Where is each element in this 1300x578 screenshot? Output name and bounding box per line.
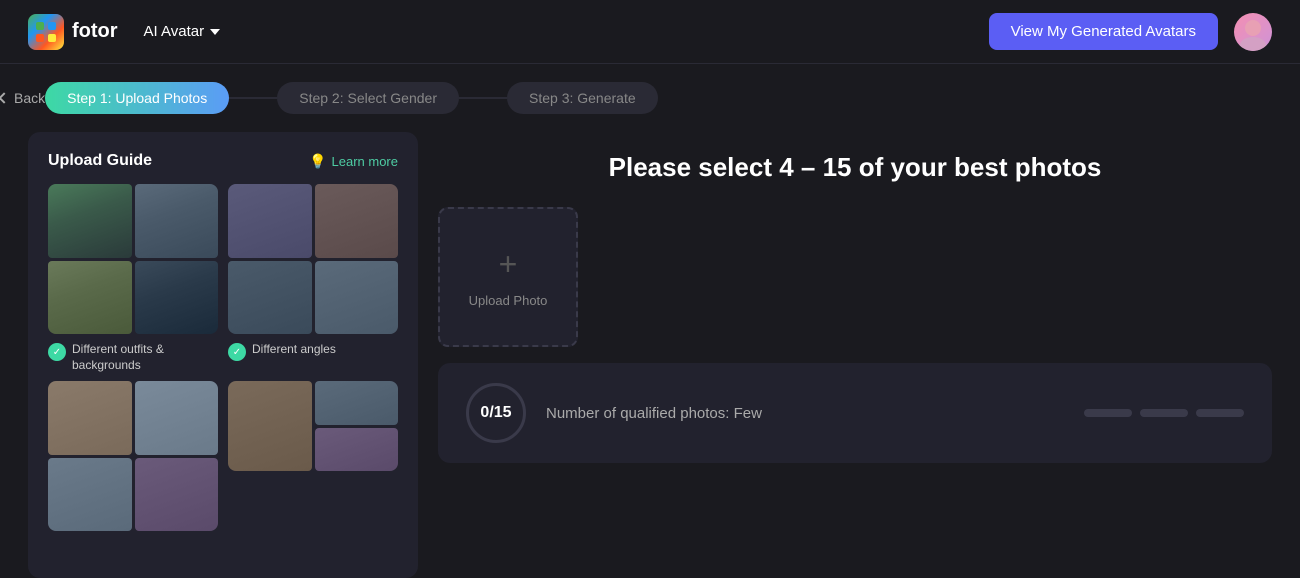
guide-image-w4	[135, 458, 219, 532]
right-panel: Please select 4 – 15 of your best photos…	[438, 132, 1272, 578]
guide-image-6	[315, 184, 399, 258]
avatar	[1234, 13, 1272, 51]
guide-item-outfits: Different outfits &backgrounds	[48, 184, 218, 373]
select-title: Please select 4 – 15 of your best photos	[438, 152, 1272, 183]
progress-bar-1	[1084, 409, 1132, 417]
logo-icon	[28, 14, 64, 50]
guide-grid: Different outfits &backgrounds Different…	[48, 184, 398, 373]
ai-avatar-label: AI Avatar	[144, 23, 205, 40]
lightbulb-icon: 💡	[309, 153, 326, 170]
upload-photo-box[interactable]: + Upload Photo	[438, 207, 578, 347]
learn-more-link[interactable]: 💡 Learn more	[309, 153, 398, 170]
guide-label-angles-text: Different angles	[252, 342, 336, 358]
guide-image-3	[48, 261, 132, 335]
guide-images-angles	[228, 184, 398, 334]
progress-count: 0/15	[480, 404, 511, 422]
upload-area: + Upload Photo	[438, 207, 1272, 347]
chevron-down-icon	[210, 29, 220, 35]
guide-item-bottom-right	[228, 381, 398, 531]
guide-image-2	[135, 184, 219, 258]
guide-image-br1	[228, 381, 312, 471]
step-1-pill[interactable]: Step 1: Upload Photos	[45, 82, 229, 114]
step-3-pill[interactable]: Step 3: Generate	[507, 82, 658, 114]
guide-image-br2	[315, 381, 399, 425]
guide-item-bottom-left	[48, 381, 218, 531]
steps-bar: Back Step 1: Upload Photos Step 2: Selec…	[0, 64, 1300, 132]
upload-label: Upload Photo	[469, 293, 548, 308]
logo-text: fotor	[72, 20, 118, 43]
header-right: View My Generated Avatars	[989, 13, 1272, 51]
header: fotor AI Avatar View My Generated Avatar…	[0, 0, 1300, 64]
guide-images-outfits	[48, 184, 218, 334]
progress-bars	[1084, 409, 1244, 417]
progress-bar-2	[1140, 409, 1188, 417]
guide-image-1	[48, 184, 132, 258]
guide-label-angles: Different angles	[228, 342, 398, 361]
guide-image-w3	[48, 458, 132, 532]
guide-grid-bottom	[48, 381, 398, 531]
guide-images-women-left	[48, 381, 218, 531]
plus-icon: +	[499, 246, 518, 283]
step-2: Step 2: Select Gender	[277, 82, 459, 114]
guide-header: Upload Guide 💡 Learn more	[48, 152, 398, 170]
guide-title: Upload Guide	[48, 152, 152, 170]
back-button[interactable]: Back	[0, 90, 45, 106]
progress-circle: 0/15	[466, 383, 526, 443]
guide-item-angles: Different angles	[228, 184, 398, 373]
check-icon-outfits	[48, 343, 66, 361]
guide-image-5	[228, 184, 312, 258]
check-icon-angles	[228, 343, 246, 361]
main-content: Upload Guide 💡 Learn more Different outf…	[0, 132, 1300, 578]
guide-image-4	[135, 261, 219, 335]
view-avatars-button[interactable]: View My Generated Avatars	[989, 13, 1218, 50]
step-connector-2	[459, 97, 507, 99]
guide-image-w1	[48, 381, 132, 455]
progress-section: 0/15 Number of qualified photos: Few	[438, 363, 1272, 463]
upload-guide-panel: Upload Guide 💡 Learn more Different outf…	[28, 132, 418, 578]
ai-avatar-button[interactable]: AI Avatar	[134, 17, 231, 46]
step-1: Step 1: Upload Photos	[45, 82, 229, 114]
guide-image-7	[228, 261, 312, 335]
step-connector-1	[229, 97, 277, 99]
guide-image-br3	[315, 428, 399, 472]
guide-label-outfits: Different outfits &backgrounds	[48, 342, 218, 373]
guide-image-8	[315, 261, 399, 335]
header-left: fotor AI Avatar	[28, 14, 230, 50]
progress-bar-3	[1196, 409, 1244, 417]
step-3: Step 3: Generate	[507, 82, 658, 114]
back-label: Back	[14, 90, 45, 106]
logo: fotor	[28, 14, 118, 50]
guide-image-w2	[135, 381, 219, 455]
step-2-pill[interactable]: Step 2: Select Gender	[277, 82, 459, 114]
guide-images-bottom-right	[228, 381, 398, 471]
back-chevron-icon	[0, 92, 10, 103]
qualified-text: Number of qualified photos: Few	[546, 405, 1064, 422]
guide-label-outfits-text: Different outfits &backgrounds	[72, 342, 164, 373]
learn-more-label: Learn more	[332, 154, 398, 169]
